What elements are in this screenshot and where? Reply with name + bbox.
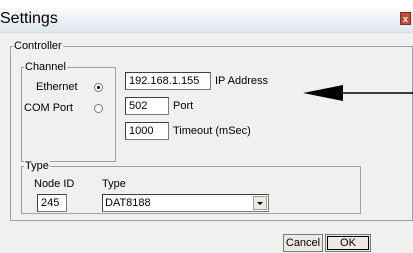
type-select-value: DAT8188 <box>105 197 151 209</box>
node-id-label: Node ID <box>34 178 75 190</box>
channel-group: Channel Ethernet COM Port <box>21 61 116 162</box>
ethernet-label: Ethernet <box>36 81 78 93</box>
node-id-input[interactable]: 245 <box>37 194 67 212</box>
arrow-icon <box>303 85 413 101</box>
type-label: Type <box>102 178 126 190</box>
dialog-body: Controller Channel Ethernet COM Port 192… <box>0 35 413 253</box>
window-title: Settings <box>0 10 58 27</box>
chevron-down-icon[interactable] <box>253 196 267 210</box>
settings-window: Settings x Controller Channel Ethernet C… <box>0 0 413 253</box>
comport-radio[interactable] <box>94 104 103 113</box>
timeout-input[interactable]: 1000 <box>125 122 169 140</box>
ip-address-label: IP Address <box>215 75 268 87</box>
ethernet-radio[interactable] <box>94 83 103 92</box>
port-input[interactable]: 502 <box>125 97 169 115</box>
ok-button[interactable]: OK <box>325 234 371 252</box>
type-select[interactable]: DAT8188 <box>102 194 269 212</box>
controller-group: Controller Channel Ethernet COM Port 192… <box>10 40 413 221</box>
type-legend: Type <box>24 160 50 172</box>
cancel-button[interactable]: Cancel <box>283 234 323 252</box>
close-button[interactable]: x <box>400 12 411 25</box>
port-label: Port <box>173 100 194 112</box>
channel-legend: Channel <box>24 61 67 73</box>
ip-address-input[interactable]: 192.168.1.155 <box>125 72 211 90</box>
controller-legend: Controller <box>13 40 63 52</box>
title-bar[interactable]: Settings x <box>0 6 413 34</box>
timeout-label: Timeout (mSec) <box>173 125 251 137</box>
type-group: Type Node ID 245 Type DAT8188 <box>21 160 361 214</box>
comport-label: COM Port <box>24 102 73 114</box>
